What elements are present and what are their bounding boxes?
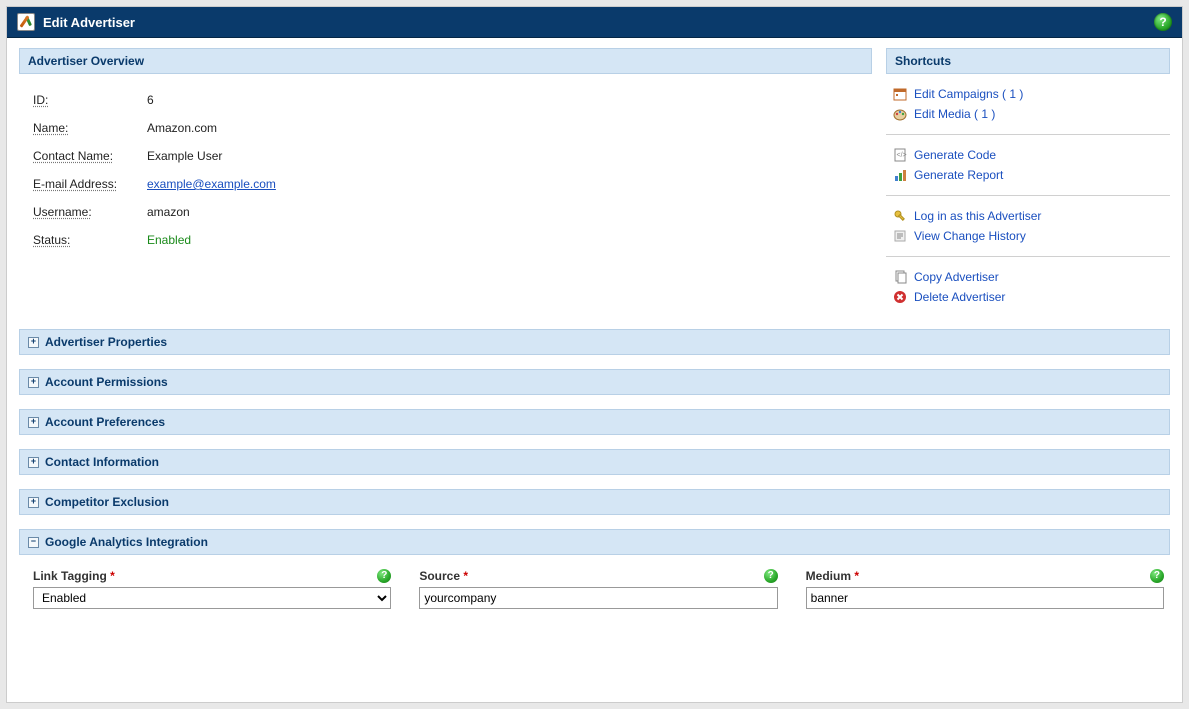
section-competitor-exclusion[interactable]: + Competitor Exclusion [19,489,1170,515]
link-tagging-label: Link Tagging * [33,569,115,583]
section-account-preferences[interactable]: + Account Preferences [19,409,1170,435]
shortcut-generate-report[interactable]: Generate Report [892,165,1170,185]
status-label: Status: [33,233,147,247]
shortcut-label: Copy Advertiser [914,270,999,284]
edit-icon [17,13,35,31]
shortcut-label: Generate Code [914,148,996,162]
history-icon [892,228,908,244]
code-page-icon: </> [892,147,908,163]
link-tagging-select[interactable]: Enabled [33,587,391,609]
shortcut-label: Delete Advertiser [914,290,1005,304]
id-label: ID: [33,93,147,107]
page-title: Edit Advertiser [43,15,135,30]
expand-icon[interactable]: + [28,337,39,348]
shortcut-edit-media[interactable]: Edit Media ( 1 ) [892,104,1170,124]
shortcut-label: Generate Report [914,168,1003,182]
help-icon[interactable]: ? [377,569,391,583]
copy-page-icon [892,269,908,285]
section-title: Competitor Exclusion [45,495,169,509]
section-title: Advertiser Properties [45,335,167,349]
shortcut-change-history[interactable]: View Change History [892,226,1170,246]
section-contact-information[interactable]: + Contact Information [19,449,1170,475]
shortcut-generate-code[interactable]: </> Generate Code [892,145,1170,165]
shortcut-copy-advertiser[interactable]: Copy Advertiser [892,267,1170,287]
contact-name-label: Contact Name: [33,149,147,163]
id-value: 6 [147,93,154,107]
shortcut-delete-advertiser[interactable]: Delete Advertiser [892,287,1170,307]
section-ga-integration[interactable]: − Google Analytics Integration [19,529,1170,555]
section-account-permissions[interactable]: + Account Permissions [19,369,1170,395]
shortcut-label: Log in as this Advertiser [914,209,1041,223]
source-input[interactable] [419,587,777,609]
overview-header: Advertiser Overview [19,48,872,74]
palette-icon [892,106,908,122]
expand-icon[interactable]: + [28,457,39,468]
section-advertiser-properties[interactable]: + Advertiser Properties [19,329,1170,355]
calendar-icon [892,86,908,102]
expand-icon[interactable]: + [28,417,39,428]
email-link[interactable]: example@example.com [147,177,276,191]
key-icon [892,208,908,224]
section-title: Contact Information [45,455,159,469]
source-label: Source * [419,569,468,583]
username-value: amazon [147,205,190,219]
shortcuts-panel: Shortcuts Edit Campaigns ( 1 ) [886,48,1170,317]
medium-input[interactable] [806,587,1164,609]
shortcut-label: Edit Media ( 1 ) [914,107,995,121]
contact-name-value: Example User [147,149,222,163]
shortcut-label: Edit Campaigns ( 1 ) [914,87,1023,101]
shortcut-login-as[interactable]: Log in as this Advertiser [892,206,1170,226]
help-icon[interactable]: ? [1150,569,1164,583]
help-icon[interactable]: ? [764,569,778,583]
shortcut-label: View Change History [914,229,1026,243]
bar-chart-icon [892,167,908,183]
medium-label: Medium * [806,569,859,583]
collapse-icon[interactable]: − [28,537,39,548]
status-value: Enabled [147,233,191,247]
expand-icon[interactable]: + [28,497,39,508]
help-icon[interactable]: ? [1154,13,1172,31]
username-label: Username: [33,205,147,219]
shortcuts-header: Shortcuts [886,48,1170,74]
section-title: Account Preferences [45,415,165,429]
section-title: Account Permissions [45,375,168,389]
name-label: Name: [33,121,147,135]
shortcut-edit-campaigns[interactable]: Edit Campaigns ( 1 ) [892,84,1170,104]
titlebar: Edit Advertiser ? [7,7,1182,38]
email-label: E-mail Address: [33,177,147,191]
delete-icon [892,289,908,305]
svg-text:</>: </> [897,152,907,159]
section-title: Google Analytics Integration [45,535,208,549]
name-value: Amazon.com [147,121,217,135]
advertiser-overview: Advertiser Overview ID: 6 Name: Amazon.c… [19,48,872,317]
expand-icon[interactable]: + [28,377,39,388]
